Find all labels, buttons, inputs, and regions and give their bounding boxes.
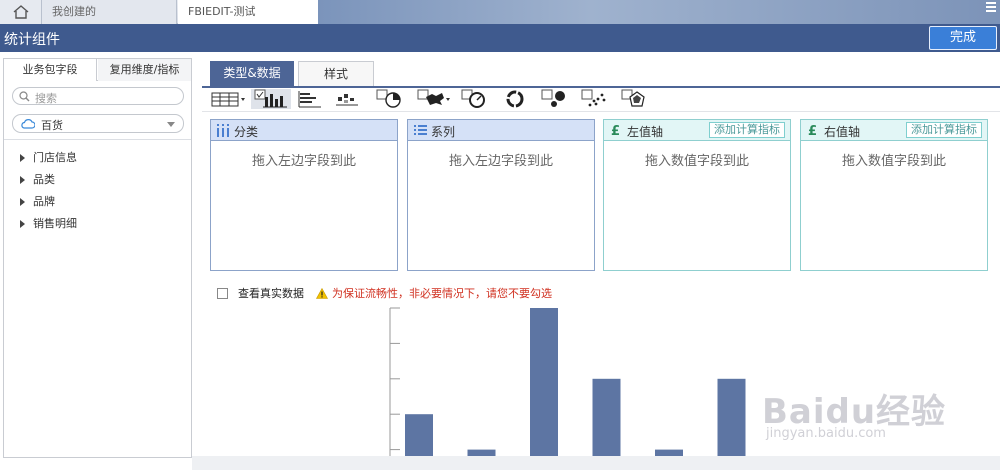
search-placeholder: 搜索 <box>35 92 57 105</box>
left-value-axis-drop-zone[interactable]: £ 左值轴 添加计算指标 拖入数值字段到此 <box>603 119 791 271</box>
real-data-row: 查看真实数据 为保证流畅性，非必要情况下，请您不要勾选 <box>217 285 552 301</box>
tab-fbiedit-test[interactable]: FBIEDIT-测试 <box>178 0 318 24</box>
tree-item-category[interactable]: 品类 <box>20 169 77 191</box>
package-select[interactable]: 百货 <box>12 114 184 133</box>
zone-title: 左值轴 <box>627 125 664 139</box>
bar-chart-type-icon[interactable] <box>251 89 291 109</box>
divider <box>4 139 191 140</box>
zone-header: 分类 <box>211 120 397 141</box>
done-button[interactable]: 完成 <box>929 26 997 50</box>
page-title: 统计组件 <box>4 32 60 48</box>
tree-item-brand[interactable]: 品牌 <box>20 191 77 213</box>
add-calculated-metric-button[interactable]: 添加计算指标 <box>906 122 982 138</box>
gauge-type-icon[interactable] <box>460 89 490 109</box>
zone-hint: 拖入左边字段到此 <box>251 154 356 169</box>
field-panel: 业务包字段 复用维度/指标 搜索 百货 门店信息 品类 品牌 销售明细 <box>3 58 192 458</box>
tree-item-label: 门店信息 <box>33 151 77 164</box>
category-icon <box>217 124 229 137</box>
home-button[interactable] <box>0 0 42 24</box>
bubble-chart-type-icon[interactable] <box>540 89 570 109</box>
pie-chart-type-icon[interactable] <box>375 89 405 109</box>
stacked-bar-type-icon[interactable] <box>332 89 362 109</box>
watermark-url: jingyan.baidu.com <box>766 426 886 441</box>
zone-title: 分类 <box>234 125 259 139</box>
zone-hint: 拖入左边字段到此 <box>448 154 553 169</box>
zone-hint: 拖入数值字段到此 <box>644 154 749 169</box>
real-data-checkbox[interactable] <box>217 287 228 299</box>
tab-reuse-dimensions[interactable]: 复用维度/指标 <box>98 59 191 81</box>
top-tab-bar: 我创建的 FBIEDIT-测试 <box>0 0 1000 24</box>
divider <box>202 111 1000 112</box>
zone-header: £ 左值轴 添加计算指标 <box>604 120 790 141</box>
table-type-icon[interactable] <box>210 89 245 109</box>
expand-arrow-icon <box>20 198 25 206</box>
warning-icon <box>316 287 328 299</box>
tree-item-label: 品牌 <box>33 195 55 208</box>
warning-message: 为保证流畅性，非必要情况下，请您不要勾选 <box>316 285 552 301</box>
series-drop-zone[interactable]: 系列 拖入左边字段到此 <box>407 119 595 271</box>
chart-bar <box>530 308 558 470</box>
tree-item-store-info[interactable]: 门店信息 <box>20 147 77 169</box>
tab-business-package-fields[interactable]: 业务包字段 <box>4 59 97 81</box>
tree-item-label: 销售明细 <box>33 217 77 230</box>
value-axis-icon: £ <box>611 124 620 137</box>
top-bar-fill <box>318 0 1000 24</box>
radar-chart-type-icon[interactable] <box>620 89 650 109</box>
zone-hint: 拖入数值字段到此 <box>841 154 946 169</box>
expand-arrow-icon <box>20 220 25 228</box>
tab-style[interactable]: 样式 <box>298 61 374 86</box>
svg-text:£: £ <box>808 124 817 137</box>
warning-text: 为保证流畅性，非必要情况下，请您不要勾选 <box>332 287 552 300</box>
field-tree: 门店信息 品类 品牌 销售明细 <box>20 147 77 235</box>
tree-item-label: 品类 <box>33 173 55 186</box>
expand-arrow-icon <box>20 154 25 162</box>
tab-type-and-data[interactable]: 类型&数据 <box>210 61 294 86</box>
footer-strip <box>192 456 1000 470</box>
title-bar: 统计组件 <box>0 24 1000 52</box>
series-icon <box>414 125 427 135</box>
donut-chart-type-icon[interactable] <box>500 89 530 109</box>
real-data-label: 查看真实数据 <box>238 287 304 300</box>
field-panel-tabs: 业务包字段 复用维度/指标 <box>4 59 191 81</box>
category-drop-zone[interactable]: 分类 拖入左边字段到此 <box>210 119 398 271</box>
svg-text:£: £ <box>611 124 620 137</box>
home-icon <box>13 5 28 19</box>
expand-arrow-icon <box>20 176 25 184</box>
search-icon <box>19 91 30 102</box>
menu-icon[interactable] <box>986 2 996 12</box>
zone-title: 系列 <box>431 125 456 139</box>
chart-preview <box>389 307 746 470</box>
zone-header: 系列 <box>408 120 594 141</box>
zone-header: £ 右值轴 添加计算指标 <box>801 120 987 141</box>
chart-type-bar <box>210 88 660 110</box>
tab-my-created[interactable]: 我创建的 <box>42 0 177 24</box>
chevron-down-icon <box>167 122 175 127</box>
cloud-icon <box>21 119 35 129</box>
scatter-chart-type-icon[interactable] <box>580 89 610 109</box>
add-calculated-metric-button[interactable]: 添加计算指标 <box>709 122 785 138</box>
search-input[interactable]: 搜索 <box>12 87 184 105</box>
value-axis-icon: £ <box>808 124 817 137</box>
map-type-icon[interactable] <box>416 89 452 109</box>
right-value-axis-drop-zone[interactable]: £ 右值轴 添加计算指标 拖入数值字段到此 <box>800 119 988 271</box>
package-name: 百货 <box>41 119 63 132</box>
horizontal-bar-type-icon[interactable] <box>295 89 325 109</box>
zone-title: 右值轴 <box>824 125 861 139</box>
tree-item-sales-detail[interactable]: 销售明细 <box>20 213 77 235</box>
watermark: Baidu经验 jingyan.baidu.com <box>762 384 998 448</box>
